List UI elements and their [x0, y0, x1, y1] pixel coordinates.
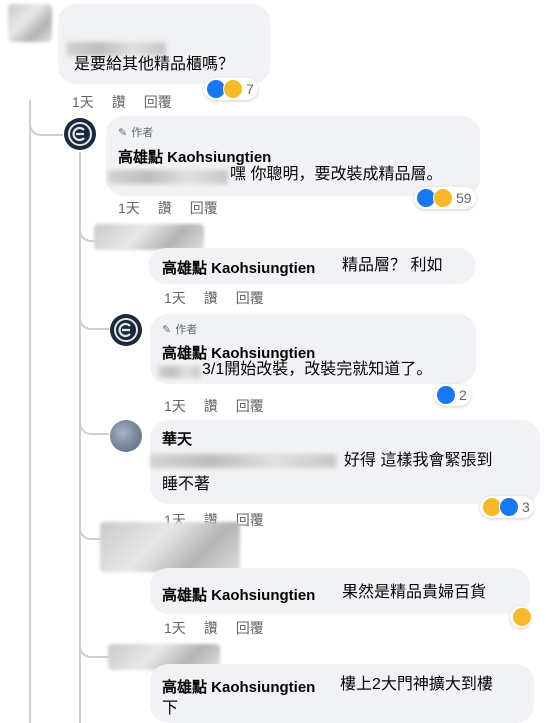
timestamp[interactable]: 1天	[118, 198, 140, 218]
author-badge: ✎ 作者	[162, 321, 197, 337]
like-icon	[436, 385, 456, 405]
reaction-count: 59	[456, 190, 472, 206]
avatar[interactable]	[64, 118, 96, 150]
reply-button[interactable]: 回覆	[144, 92, 172, 112]
avatar[interactable]	[110, 314, 142, 346]
timestamp[interactable]: 1天	[72, 92, 94, 112]
thread-connector	[79, 600, 109, 658]
haha-icon	[223, 79, 243, 99]
thread-connector	[79, 390, 109, 435]
reaction-count: 7	[246, 81, 254, 97]
reaction-summary[interactable]	[510, 606, 532, 628]
thread-line-main	[29, 100, 31, 723]
mention-link[interactable]: 高雄點 Kaohsiungtien	[162, 584, 315, 605]
comment-bubble: 高雄點 Kaohsiungtien 樓上2大門神擴大到樓 下	[150, 664, 534, 723]
avatar[interactable]	[94, 224, 204, 250]
logo-icon	[114, 318, 138, 342]
reaction-summary[interactable]: 59	[414, 187, 476, 209]
commenter-name[interactable]: 華天	[162, 428, 192, 449]
comment-actions: 1天 讚 回覆	[164, 288, 264, 308]
like-button[interactable]: 讚	[204, 288, 218, 308]
blurred-mention	[108, 170, 228, 184]
reply-button[interactable]: 回覆	[236, 288, 264, 308]
comment-text: 精品層？ 利如	[342, 257, 443, 274]
haha-icon	[512, 607, 532, 627]
comment-bubble: 高雄點 Kaohsiungtien 精品層？ 利如	[148, 248, 476, 284]
comment-text: 是要給其他精品櫃嗎？	[74, 56, 235, 73]
mention-link[interactable]: 高雄點 Kaohsiungtien	[162, 257, 315, 278]
comment-actions: 1天 讚 回覆	[72, 92, 172, 112]
comment-bubble: 華天 好得 這樣我會緊張到 睡不著	[150, 420, 540, 504]
blurred-mention	[158, 366, 200, 378]
comment-text-line2: 睡不著	[162, 476, 211, 493]
comment-text: 3/1開始改裝，改裝完就知道了。	[202, 361, 433, 378]
avatar[interactable]	[100, 522, 240, 572]
author-label: 作者	[175, 324, 198, 336]
reaction-summary[interactable]: 3	[480, 496, 534, 518]
comment-text-line2: 下	[162, 700, 179, 717]
blurred-mention	[150, 454, 336, 468]
thread-connector	[29, 100, 63, 136]
reply-button[interactable]: 回覆	[236, 618, 264, 638]
comment-bubble: 是要給其他精品櫃嗎？	[58, 4, 270, 84]
avatar[interactable]	[110, 420, 142, 452]
comment-actions: 1天 讚 回覆	[164, 618, 264, 638]
comment-text: 果然是精品貴婦百貨	[342, 584, 487, 601]
comment-actions: 1天 讚 回覆	[164, 396, 264, 416]
mention-link[interactable]: 高雄點 Kaohsiungtien	[162, 676, 315, 697]
author-badge: ✎ 作者	[118, 124, 153, 140]
timestamp[interactable]: 1天	[164, 288, 186, 308]
reply-button[interactable]: 回覆	[190, 198, 218, 218]
timestamp[interactable]: 1天	[164, 618, 186, 638]
pen-icon: ✎	[118, 126, 128, 139]
like-button[interactable]: 讚	[158, 198, 172, 218]
pen-icon: ✎	[162, 323, 172, 336]
thread-connector	[79, 290, 109, 330]
like-button[interactable]: 讚	[204, 618, 218, 638]
avatar[interactable]	[8, 4, 52, 42]
comment-actions: 1天 讚 回覆	[118, 198, 218, 218]
comment-text: 好得 這樣我會緊張到	[344, 452, 493, 469]
reaction-summary[interactable]: 7	[204, 78, 258, 100]
logo-icon	[68, 122, 92, 146]
comment-text: 樓上2大門神擴大到樓	[340, 676, 493, 693]
comment-bubble: 高雄點 Kaohsiungtien 果然是精品貴婦百貨	[150, 568, 530, 614]
like-icon	[499, 497, 519, 517]
comment-text: 嘿 你聰明，要改裝成精品層。	[230, 166, 443, 183]
like-button[interactable]: 讚	[112, 92, 126, 112]
haha-icon	[433, 188, 453, 208]
comment-bubble: ✎ 作者 高雄點 Kaohsiungtien 3/1開始改裝，改裝完就知道了。	[150, 314, 476, 384]
reaction-count: 3	[522, 499, 530, 515]
timestamp[interactable]: 1天	[164, 396, 186, 416]
comment-bubble: ✎ 作者 高雄點 Kaohsiungtien 嘿 你聰明，要改裝成精品層。	[106, 116, 480, 196]
author-label: 作者	[131, 127, 154, 139]
reaction-summary[interactable]: 2	[434, 384, 471, 406]
reply-button[interactable]: 回覆	[236, 396, 264, 416]
reaction-count: 2	[459, 387, 467, 403]
like-button[interactable]: 讚	[204, 396, 218, 416]
